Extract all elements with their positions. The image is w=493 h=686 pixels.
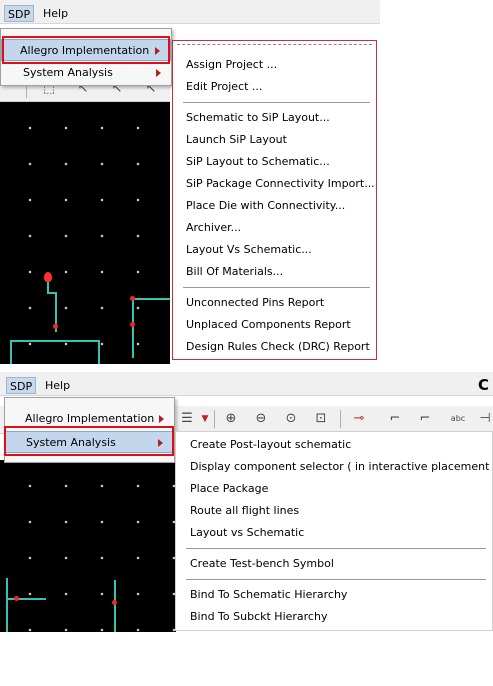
zoom-in-icon[interactable]: ⊕ — [222, 410, 240, 428]
menu-item-system-analysis[interactable]: System Analysis — [1, 62, 171, 84]
wire — [10, 340, 12, 364]
junction-dot — [14, 596, 19, 601]
highlight-box — [2, 36, 170, 64]
menu-sdp[interactable]: SDP — [6, 377, 37, 394]
text-label-icon[interactable]: abc — [446, 410, 470, 428]
menu-item-unconnected-pins[interactable]: Unconnected Pins Report — [173, 292, 376, 314]
wire — [6, 598, 46, 600]
toolbar-separator — [214, 410, 215, 428]
bend-wire-icon[interactable]: ⌐ — [386, 410, 404, 428]
screenshot-allegro-menu: SDP Help ⬚ ↖ ↖ ↖ Allegro Implementation … — [0, 0, 380, 364]
wire — [114, 580, 116, 632]
zoom-out-icon[interactable]: ⊖ — [252, 410, 270, 428]
tear-off-line — [177, 44, 372, 45]
window-title-fragment: C — [477, 376, 489, 394]
menu-item-schematic-to-sip[interactable]: Schematic to SiP Layout... — [173, 107, 376, 129]
chevron-down-icon[interactable]: ▼ — [196, 410, 214, 428]
submenu-arrow-icon — [159, 415, 164, 423]
menu-separator — [183, 287, 370, 288]
menu-item-bill-of-materials[interactable]: Bill Of Materials... — [173, 261, 376, 283]
junction-dot — [112, 600, 117, 605]
menu-item-route-flight-lines[interactable]: Route all flight lines — [176, 500, 492, 522]
menu-item-layout-vs-schematic[interactable]: Layout Vs Schematic... — [173, 239, 376, 261]
menu-item-bind-subckt-hierarchy[interactable]: Bind To Subckt Hierarchy — [176, 606, 492, 628]
menu-item-assign-project[interactable]: Assign Project ... — [173, 54, 376, 76]
wire — [98, 340, 100, 364]
menu-item-display-component-selector[interactable]: Display component selector ( in interact… — [176, 456, 493, 478]
pin-marker — [44, 272, 52, 282]
menu-bar: SDP Help C — [0, 372, 493, 396]
zoom-fit-icon[interactable]: ⊙ — [282, 410, 300, 428]
menu-item-bind-schematic-hierarchy[interactable]: Bind To Schematic Hierarchy — [176, 584, 492, 606]
wire — [10, 340, 100, 342]
screenshot-system-analysis-menu: SDP Help C ☰ ▼ ⊕ ⊖ ⊙ ⊡ ⊸ ⌐ ⌐ abc ⊣ Alleg… — [0, 372, 493, 632]
menu-item-place-package[interactable]: Place Package — [176, 478, 492, 500]
menu-separator — [186, 579, 486, 580]
junction-dot — [53, 324, 58, 329]
menu-separator — [186, 548, 486, 549]
wire — [132, 298, 170, 300]
bend-wire-icon[interactable]: ⌐ — [416, 410, 434, 428]
menu-item-create-test-bench-symbol[interactable]: Create Test-bench Symbol — [176, 553, 492, 575]
wire — [132, 298, 134, 358]
menu-item-unplaced-components[interactable]: Unplaced Components Report — [173, 314, 376, 336]
junction-dot — [130, 296, 135, 301]
submenu-arrow-icon — [156, 69, 161, 77]
menu-item-sip-to-schematic[interactable]: SiP Layout to Schematic... — [173, 151, 376, 173]
schematic-canvas[interactable] — [0, 460, 176, 632]
menu-sdp[interactable]: SDP — [4, 5, 35, 22]
highlight-box — [4, 426, 174, 456]
menu-item-create-post-layout[interactable]: Create Post-layout schematic — [176, 434, 492, 456]
allegro-submenu: Assign Project ... Edit Project ... Sche… — [172, 40, 377, 360]
menu-item-archiver[interactable]: Archiver... — [173, 217, 376, 239]
menu-item-edit-project[interactable]: Edit Project ... — [173, 76, 376, 98]
wire — [6, 578, 8, 632]
menu-item-connectivity-import[interactable]: SiP Package Connectivity Import... — [173, 173, 376, 195]
schematic-canvas[interactable] — [0, 102, 170, 364]
menu-help[interactable]: Help — [42, 377, 73, 394]
zoom-area-icon[interactable]: ⊡ — [312, 410, 330, 428]
toolbar-separator — [340, 410, 341, 428]
menu-item-label: Allegro Implementation — [25, 412, 155, 425]
add-wire-icon[interactable]: ⊸ — [350, 410, 368, 428]
menu-item-launch-sip[interactable]: Launch SiP Layout — [173, 129, 376, 151]
layers-icon[interactable]: ☰ — [178, 410, 196, 428]
system-analysis-submenu: Create Post-layout schematic Display com… — [175, 431, 493, 631]
menu-item-layout-vs-schematic[interactable]: Layout vs Schematic — [176, 522, 492, 544]
junction-dot — [130, 322, 135, 327]
menu-item-label: System Analysis — [23, 66, 113, 79]
net-icon[interactable]: ⊣ — [476, 410, 493, 428]
menu-separator — [183, 102, 370, 103]
menu-item-drc-report[interactable]: Design Rules Check (DRC) Report — [173, 336, 376, 358]
menu-help[interactable]: Help — [40, 5, 71, 22]
menu-item-place-die[interactable]: Place Die with Connectivity... — [173, 195, 376, 217]
menu-bar: SDP Help — [0, 0, 380, 24]
